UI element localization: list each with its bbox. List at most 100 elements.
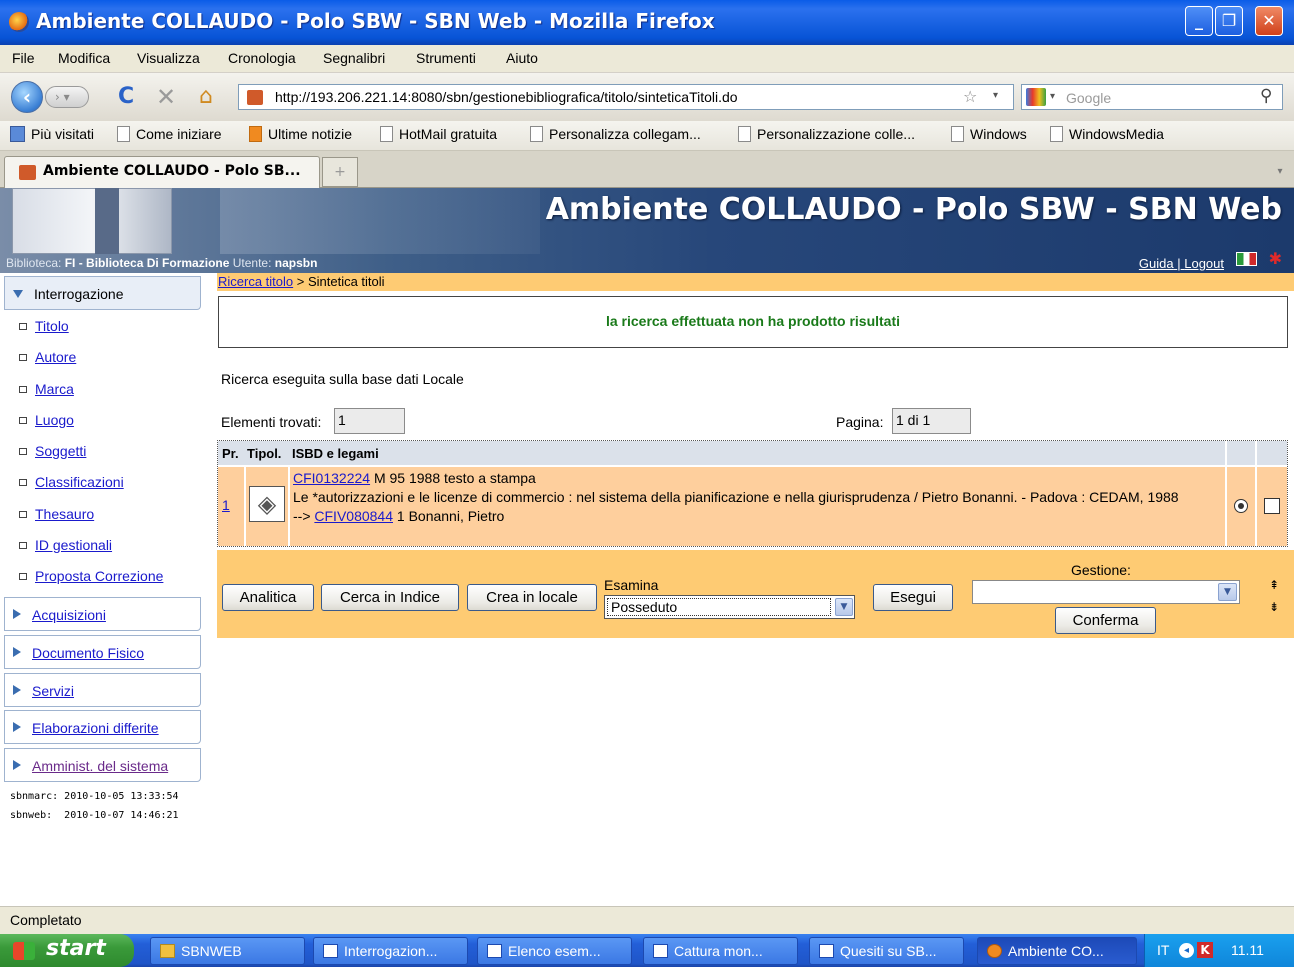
bookmark-label: HotMail gratuita — [399, 126, 498, 142]
conferma-button[interactable]: Conferma — [1055, 607, 1156, 634]
sidebar-item-autore[interactable]: Autore — [19, 349, 76, 365]
word-icon — [487, 944, 502, 958]
bookmark-personalizzazione[interactable]: Personalizzazione colle... — [738, 126, 915, 142]
bookmark-piu-visitati[interactable]: Più visitati — [10, 126, 94, 142]
sidebar-item-luogo[interactable]: Luogo — [19, 412, 74, 428]
row-number[interactable]: 1 — [222, 497, 230, 513]
guida-link[interactable]: Guida — [1139, 256, 1174, 271]
sidebar-group-amministrazione[interactable]: Amminist. del sistema — [4, 748, 201, 782]
sidebar-group-label: Acquisizioni — [32, 607, 106, 623]
taskbar-item-elenco[interactable]: Elenco esem... — [477, 937, 632, 965]
back-button[interactable]: ‹ — [11, 81, 43, 113]
taskbar-item-interrogazion[interactable]: Interrogazion... — [313, 937, 468, 965]
row-radio[interactable] — [1234, 499, 1248, 513]
search-box[interactable]: ▾ Google ⚲ — [1021, 84, 1283, 110]
sidebar-item-thesauro[interactable]: Thesauro — [19, 506, 94, 522]
home-icon[interactable]: ⌂ — [199, 84, 213, 109]
title-id-link[interactable]: CFI0132224 — [293, 470, 370, 486]
page-field: 1 di 1 — [892, 408, 971, 434]
row-checkbox[interactable] — [1264, 498, 1280, 514]
scroll-to-bottom-icon[interactable]: ⇟ — [1264, 600, 1284, 616]
page-title: Ambiente COLLAUDO - Polo SBW - SBN Web — [545, 192, 1282, 227]
sidebar-item-classificazioni[interactable]: Classificazioni — [19, 474, 124, 490]
sidebar-item-proposta-correzione[interactable]: Proposta Correzione — [19, 568, 163, 584]
bookmark-windowsmedia[interactable]: WindowsMedia — [1050, 126, 1164, 142]
magnifier-icon[interactable]: ⚲ — [1260, 86, 1272, 106]
message-box: la ricerca effettuata non ha prodotto ri… — [218, 296, 1288, 348]
bookmark-label: Come iniziare — [136, 126, 222, 142]
menu-modifica[interactable]: Modifica — [58, 50, 110, 66]
star-icon[interactable]: ☆ — [963, 87, 977, 106]
language-indicator[interactable]: IT — [1157, 942, 1169, 958]
sidebar-item-label: Marca — [35, 381, 74, 397]
scroll-to-top-icon[interactable]: ⇞ — [1264, 578, 1284, 594]
menu-visualizza[interactable]: Visualizza — [137, 50, 200, 66]
italian-flag-icon[interactable] — [1236, 252, 1257, 266]
menu-aiuto[interactable]: Aiuto — [506, 50, 538, 66]
bookmark-label: Ultime notizie — [268, 126, 353, 142]
taskbar-item-quesiti[interactable]: Quesiti su SB... — [809, 937, 964, 965]
maximize-button[interactable]: ❐ — [1215, 6, 1243, 36]
stop-icon[interactable]: ✕ — [156, 83, 176, 111]
sidebar-section-interrogazione[interactable]: Interrogazione — [4, 276, 201, 310]
sidebar-group-acquisizioni[interactable]: Acquisizioni — [4, 597, 201, 631]
taskbar-item-label: Quesiti su SB... — [840, 943, 937, 959]
bookmark-hotmail[interactable]: HotMail gratuita — [380, 126, 497, 142]
bullet-icon — [19, 323, 27, 330]
cerca-in-indice-button[interactable]: Cerca in Indice — [321, 584, 459, 611]
engine-dropdown-icon[interactable]: ▾ — [1050, 91, 1055, 102]
taskbar-item-cattura[interactable]: Cattura mon... — [643, 937, 798, 965]
found-label: Elementi trovati: — [221, 414, 322, 430]
taskbar-item-ambiente[interactable]: Ambiente CO... — [977, 937, 1137, 965]
collapsed-arrow-icon — [13, 760, 21, 770]
taskbar-item-sbnweb[interactable]: SBNWEB — [150, 937, 305, 965]
sidebar-item-titolo[interactable]: Titolo — [19, 318, 69, 334]
sidebar-item-id-gestionali[interactable]: ID gestionali — [19, 537, 112, 553]
sidebar-group-documento-fisico[interactable]: Documento Fisico — [4, 635, 201, 669]
language-arrow-icon[interactable]: ◂ — [1179, 943, 1194, 958]
sidebar-item-soggetti[interactable]: Soggetti — [19, 443, 86, 459]
start-button[interactable]: start — [0, 934, 134, 967]
collapsed-arrow-icon — [13, 647, 21, 657]
tab-ambiente[interactable]: Ambiente COLLAUDO - Polo SB... — [4, 156, 320, 188]
sidebar-section-text: Interrogazione — [34, 286, 124, 302]
url-dropdown-icon[interactable]: ▾ — [993, 90, 998, 101]
breadcrumb-text: Ricerca titolo > Sintetica titoli — [218, 274, 385, 289]
logout-link[interactable]: Logout — [1184, 256, 1224, 271]
url-bar[interactable]: http://193.206.221.14:8080/sbn/gestioneb… — [238, 84, 1014, 110]
chevron-down-icon[interactable]: ▼ — [1218, 583, 1237, 601]
antivirus-icon[interactable]: K — [1197, 942, 1213, 958]
gestione-select[interactable]: ▼ — [972, 580, 1240, 604]
sidebar-group-elaborazioni-differite[interactable]: Elaborazioni differite — [4, 710, 201, 744]
esamina-select[interactable]: Posseduto ▼ — [604, 595, 855, 619]
author-id-link[interactable]: CFIV080844 — [314, 508, 393, 524]
menu-segnalibri[interactable]: Segnalibri — [323, 50, 385, 66]
bookmark-windows[interactable]: Windows — [951, 126, 1027, 142]
sidebar-item-marca[interactable]: Marca — [19, 381, 74, 397]
bookmark-folder-icon — [10, 126, 25, 142]
bookmark-label: Windows — [970, 126, 1027, 142]
header-links: Guida | Logout — [1139, 256, 1224, 271]
chevron-down-icon[interactable]: ▼ — [835, 598, 853, 616]
bookmark-come-iniziare[interactable]: Come iniziare — [117, 126, 222, 142]
sidebar-group-servizi[interactable]: Servizi — [4, 673, 201, 707]
menu-cronologia[interactable]: Cronologia — [228, 50, 296, 66]
bookmark-personalizza[interactable]: Personalizza collegam... — [530, 126, 701, 142]
english-flag-icon[interactable]: ✱ — [1269, 249, 1282, 268]
sidebar-group-label: Amminist. del sistema — [32, 758, 169, 774]
bookmark-ultime-notizie[interactable]: Ultime notizie — [249, 126, 352, 142]
reload-icon[interactable]: C — [118, 84, 134, 109]
forward-button[interactable]: › ▾ — [45, 86, 89, 108]
bookmark-label: Più visitati — [31, 126, 95, 142]
new-tab-button[interactable]: + — [322, 157, 358, 187]
isbd-author-line: --> CFIV080844 1 Bonanni, Pietro — [293, 507, 1222, 526]
minimize-button[interactable]: _ — [1185, 6, 1213, 36]
breadcrumb-link[interactable]: Ricerca titolo — [218, 274, 293, 289]
menu-strumenti[interactable]: Strumenti — [416, 50, 476, 66]
close-button[interactable]: ✕ — [1255, 6, 1283, 36]
analitica-button[interactable]: Analitica — [222, 584, 314, 611]
tab-list-icon[interactable]: ▾ — [1268, 158, 1292, 186]
crea-in-locale-button[interactable]: Crea in locale — [467, 584, 597, 611]
menu-file[interactable]: File — [12, 50, 35, 66]
esegui-button[interactable]: Esegui — [873, 584, 953, 611]
